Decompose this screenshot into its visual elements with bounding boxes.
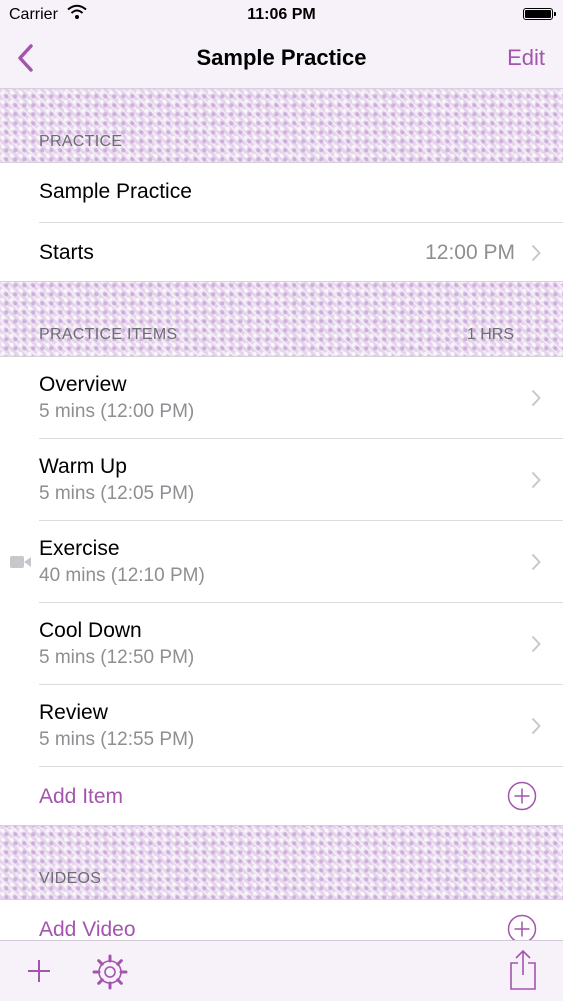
list-item-overview[interactable]: Overview 5 mins (12:00 PM) (0, 357, 563, 439)
list-item-review[interactable]: Review 5 mins (12:55 PM) (0, 685, 563, 767)
add-item-label: Add Item (39, 785, 124, 808)
edit-button[interactable]: Edit (507, 45, 545, 71)
gear-icon[interactable] (90, 952, 130, 992)
list-item-warm-up[interactable]: Warm Up 5 mins (12:05 PM) (0, 439, 563, 521)
item-detail: 5 mins (12:00 PM) (39, 401, 195, 422)
item-detail: 5 mins (12:50 PM) (39, 647, 195, 668)
section-header-practice: PRACTICE (39, 133, 123, 150)
practice-name-cell[interactable]: Sample Practice (0, 163, 563, 223)
video-camera-icon (10, 556, 31, 568)
page-title: Sample Practice (196, 45, 367, 70)
chevron-right-icon (531, 553, 541, 571)
item-title: Warm Up (39, 455, 127, 478)
item-title: Overview (39, 373, 127, 396)
starts-cell[interactable]: Starts 12:00 PM (0, 223, 563, 281)
item-detail: 40 mins (12:10 PM) (39, 565, 205, 586)
starts-label: Starts (39, 241, 94, 264)
practice-name: Sample Practice (39, 180, 192, 203)
status-bar: Carrier 11:06 PM (0, 0, 563, 30)
plus-icon[interactable] (27, 959, 51, 983)
total-duration: 1 HRS (466, 326, 514, 343)
chevron-right-icon (531, 389, 541, 407)
clock: 11:06 PM (247, 6, 316, 23)
item-detail: 5 mins (12:05 PM) (39, 483, 195, 504)
battery-icon (523, 8, 556, 20)
add-item-button[interactable]: Add Item (0, 767, 563, 825)
section-header-videos: VIDEOS (39, 870, 102, 887)
item-title: Exercise (39, 537, 120, 560)
bottom-toolbar (0, 940, 563, 1001)
list-item-cool-down[interactable]: Cool Down 5 mins (12:50 PM) (0, 603, 563, 685)
item-detail: 5 mins (12:55 PM) (39, 729, 195, 750)
list-item-exercise[interactable]: Exercise 40 mins (12:10 PM) (0, 521, 563, 603)
starts-value: 12:00 PM (425, 241, 515, 264)
navigation-bar: Sample Practice Edit (0, 30, 563, 89)
practice-group: Sample Practice Starts 12:00 PM (0, 162, 563, 282)
share-icon[interactable] (508, 949, 538, 991)
chevron-right-icon (531, 471, 541, 489)
section-header-practice-items: PRACTICE ITEMS (39, 326, 178, 343)
plus-circle-icon[interactable] (507, 781, 537, 811)
add-video-label: Add Video (39, 918, 136, 941)
chevron-right-icon (531, 717, 541, 735)
chevron-right-icon (531, 635, 541, 653)
item-title: Review (39, 701, 108, 724)
chevron-right-icon (531, 244, 541, 262)
item-title: Cool Down (39, 619, 142, 642)
practice-items-group: Overview 5 mins (12:00 PM) Warm Up 5 min… (0, 356, 563, 826)
